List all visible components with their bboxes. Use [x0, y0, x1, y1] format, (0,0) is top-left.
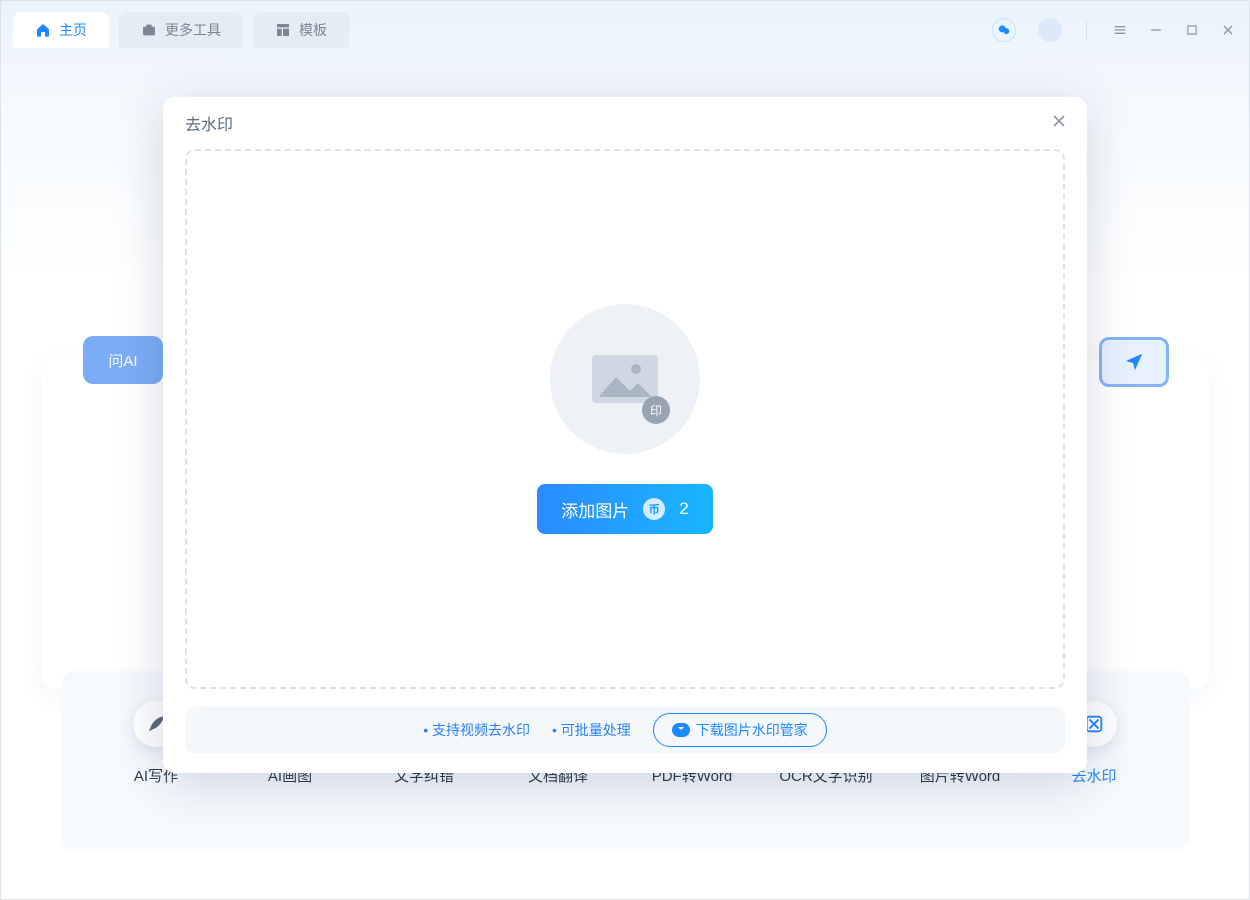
dialog-footer: 支持视频去水印 可批量处理 下载图片水印管家 — [185, 707, 1065, 753]
dialog-close-button[interactable] — [1049, 111, 1069, 136]
remove-watermark-dialog: 去水印 印 添加图片 币 2 支持视频去水印 — [163, 97, 1087, 773]
cloud-download-icon — [672, 723, 690, 737]
feature-batch: 可批量处理 — [552, 720, 631, 740]
stamp-icon: 印 — [642, 396, 670, 424]
dialog-title: 去水印 — [163, 97, 1087, 149]
app-window: 主页 更多工具 模板 问AI AI写作 — [0, 0, 1250, 900]
image-placeholder-icon: 印 — [550, 304, 700, 454]
drop-area[interactable]: 印 添加图片 币 2 — [185, 149, 1065, 689]
add-image-button[interactable]: 添加图片 币 2 — [537, 484, 712, 534]
add-image-label: 添加图片 — [561, 497, 629, 522]
download-watermark-app-button[interactable]: 下载图片水印管家 — [653, 713, 827, 747]
feature-video: 支持视频去水印 — [423, 720, 530, 740]
modal-overlay: 去水印 印 添加图片 币 2 支持视频去水印 — [1, 1, 1249, 899]
download-label: 下载图片水印管家 — [696, 720, 808, 740]
coin-cost: 2 — [679, 499, 688, 519]
coin-icon: 币 — [643, 498, 665, 520]
